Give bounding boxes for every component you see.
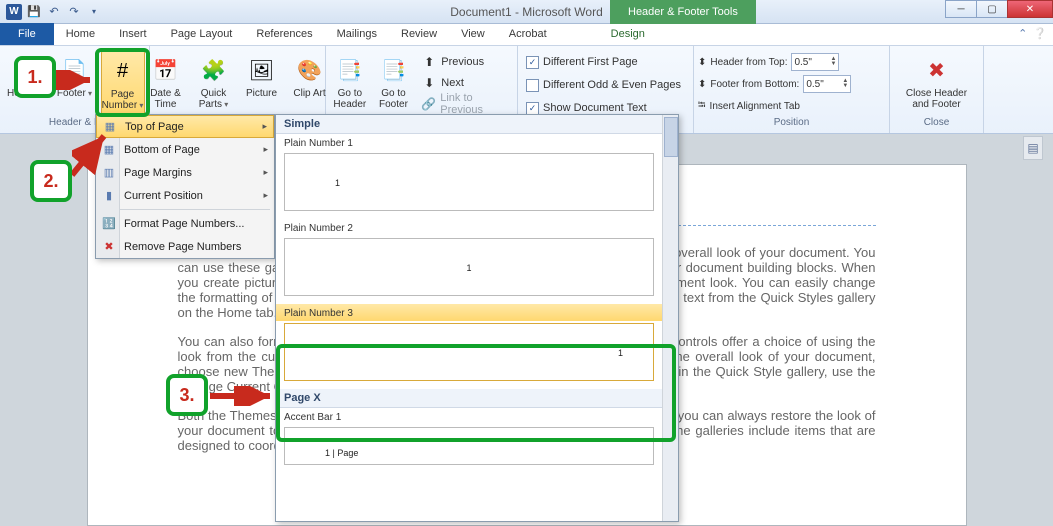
tab-acrobat[interactable]: Acrobat: [497, 23, 559, 45]
page-number-menu: ▦Top of Page ▦Bottom of Page ▥Page Margi…: [95, 114, 275, 259]
tab-page-layout[interactable]: Page Layout: [159, 23, 245, 45]
undo-icon[interactable]: ↶: [46, 4, 62, 20]
menu-bottom-of-page[interactable]: ▦Bottom of Page: [96, 138, 274, 161]
close-header-footer-button[interactable]: ✖Close Header and Footer: [897, 50, 977, 116]
picture-icon: 🖼: [246, 54, 278, 86]
save-icon[interactable]: 💾: [26, 4, 42, 20]
context-tab-header: Header & Footer Tools: [610, 0, 756, 24]
gallery-group-header: Page X: [276, 389, 678, 408]
group-label-close: Close: [894, 117, 979, 131]
format-icon: 🔢: [100, 217, 118, 230]
clipart-icon: 🎨: [294, 54, 326, 86]
gallery-item-label: Plain Number 3: [276, 304, 678, 321]
gallery-scrollbar[interactable]: [662, 115, 678, 521]
menu-page-margins[interactable]: ▥Page Margins: [96, 161, 274, 184]
goto-footer-button[interactable]: 📑Go to Footer: [374, 50, 414, 116]
gallery-item-label: Plain Number 2: [276, 219, 678, 236]
ribbon-minimize-icon[interactable]: ⌃: [1018, 27, 1027, 40]
different-first-page-checkbox[interactable]: ✓Different First Page: [522, 52, 685, 72]
tab-design[interactable]: Design: [599, 23, 657, 45]
redo-icon[interactable]: ↷: [66, 4, 82, 20]
current-pos-icon: ▮: [100, 189, 118, 202]
picture-button[interactable]: 🖼Picture: [240, 50, 284, 116]
ribbon-tabs: File Home Insert Page Layout References …: [0, 24, 1053, 46]
quick-parts-button[interactable]: 🧩Quick Parts: [192, 50, 236, 116]
header-from-top-row: ⬍Header from Top:0.5"▲▼: [698, 52, 851, 72]
clipart-button[interactable]: 🎨Clip Art: [288, 50, 332, 116]
gallery-item-label: Accent Bar 1: [276, 408, 678, 425]
qat-dropdown-icon[interactable]: ▾: [86, 4, 102, 20]
footer-from-bottom-row: ⬍Footer from Bottom:0.5"▲▼: [698, 74, 851, 94]
goto-header-icon: 📑: [334, 54, 366, 86]
callout-1: 1.: [14, 56, 56, 98]
insert-alignment-tab-button[interactable]: ⭾Insert Alignment Tab: [698, 96, 851, 116]
gallery-item-label: Plain Number 1: [276, 134, 678, 151]
footer-from-bottom-spinner[interactable]: 0.5"▲▼: [803, 75, 851, 93]
tab-mailings[interactable]: Mailings: [325, 23, 389, 45]
hdr-top-icon: ⬍: [698, 57, 706, 68]
checkbox-checked-icon: ✓: [526, 56, 539, 69]
goto-footer-icon: 📑: [377, 54, 409, 86]
gallery-thumb: 1: [284, 153, 654, 211]
quick-parts-icon: 🧩: [198, 54, 230, 86]
different-odd-even-checkbox[interactable]: Different Odd & Even Pages: [522, 75, 685, 95]
tab-review[interactable]: Review: [389, 23, 449, 45]
gallery-item-plain-2[interactable]: Plain Number 2 1: [276, 219, 678, 296]
tab-insert[interactable]: Insert: [107, 23, 159, 45]
menu-format-page-numbers[interactable]: 🔢Format Page Numbers...: [96, 212, 274, 235]
next-button[interactable]: ⬇Next: [417, 73, 513, 93]
checkbox-checked-icon: ✓: [526, 102, 539, 115]
page-number-gallery: Simple Plain Number 1 1 Plain Number 2 1…: [275, 114, 679, 522]
menu-remove-page-numbers[interactable]: ✖Remove Page Numbers: [96, 235, 274, 258]
maximize-button[interactable]: ▢: [976, 0, 1008, 18]
quick-access-toolbar: W 💾 ↶ ↷ ▾: [0, 4, 102, 20]
gallery-thumb: 1: [284, 238, 654, 296]
callout-2: 2.: [30, 160, 72, 202]
tab-references[interactable]: References: [244, 23, 324, 45]
tab-home[interactable]: Home: [54, 23, 107, 45]
remove-icon: ✖: [100, 240, 118, 253]
tab-file[interactable]: File: [0, 23, 54, 45]
gallery-item-plain-1[interactable]: Plain Number 1 1: [276, 134, 678, 211]
gallery-thumb: 1 | Page: [284, 427, 654, 465]
group-label-position: Position: [698, 117, 885, 131]
close-window-button[interactable]: ✕: [1007, 0, 1053, 18]
callout-3: 3.: [166, 374, 208, 416]
ruler-toggle-icon[interactable]: ▤: [1023, 136, 1043, 160]
header-from-top-spinner[interactable]: 0.5"▲▼: [791, 53, 839, 71]
next-icon: ⬇: [421, 75, 437, 91]
help-icon[interactable]: ❔: [1033, 27, 1047, 40]
tab-view[interactable]: View: [449, 23, 497, 45]
calendar-icon: 📅: [150, 54, 182, 86]
gallery-item-accent-bar-1[interactable]: Accent Bar 1 1 | Page: [276, 408, 678, 465]
ftr-bot-icon: ⬍: [698, 79, 706, 90]
document-title: Document1 - Microsoft Word: [450, 5, 603, 19]
prev-icon: ⬆: [421, 54, 437, 70]
minimize-button[interactable]: ─: [945, 0, 977, 18]
page-number-button[interactable]: #Page Number: [101, 50, 145, 116]
gallery-item-plain-3[interactable]: Plain Number 3 1: [276, 304, 678, 381]
menu-top-of-page[interactable]: ▦Top of Page: [96, 115, 274, 138]
link-icon: 🔗: [421, 96, 436, 112]
close-hf-icon: ✖: [921, 54, 953, 86]
date-time-button[interactable]: 📅Date & Time: [144, 50, 188, 116]
title-bar: W 💾 ↶ ↷ ▾ Document1 - Microsoft Word Hea…: [0, 0, 1053, 24]
gallery-thumb: 1: [284, 323, 654, 381]
gallery-group-header: Simple: [276, 115, 678, 134]
menu-current-position[interactable]: ▮Current Position: [96, 184, 274, 207]
word-icon: W: [6, 4, 22, 20]
page-number-icon: #: [107, 55, 139, 87]
group-position: ⬍Header from Top:0.5"▲▼ ⬍Footer from Bot…: [694, 46, 890, 133]
link-previous-button[interactable]: 🔗Link to Previous: [417, 94, 513, 114]
previous-button[interactable]: ⬆Previous: [417, 52, 513, 72]
tab-icon: ⭾: [698, 98, 706, 115]
goto-header-button[interactable]: 📑Go to Header: [330, 50, 370, 116]
group-close: ✖Close Header and Footer Close: [890, 46, 984, 133]
checkbox-icon: [526, 79, 539, 92]
